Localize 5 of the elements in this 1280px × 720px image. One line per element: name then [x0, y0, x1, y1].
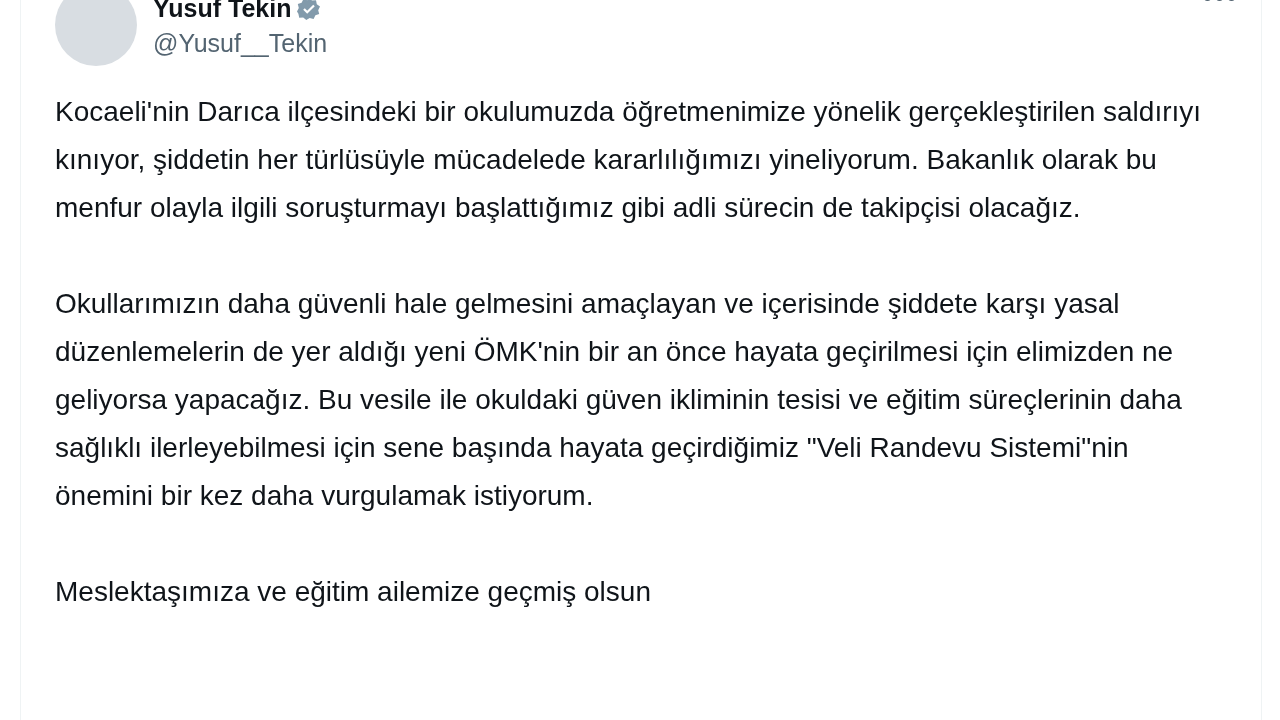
author-handle: @Yusuf__Tekin [153, 29, 329, 58]
tweet-paragraph: Kocaeli'nin Darıca ilçesindeki bir okulumuzda öğretmenimize yönelik gerçekleştirilen saldırıyı kınıyor, şiddetin her türlüsüyle mücadelede kararlılığımızı yineliyorum. Bakanlık olarak bu menfur olayla ilgili soruşturmayı başlattığımız gibi adli sürecin de takipçisi olacağız. [55, 95, 1203, 225]
tweet-paragraph: Meslektaşımıza ve eğitim ailemize geçmiş olsun [55, 575, 652, 609]
avatar[interactable] [55, 0, 137, 66]
tweet-paragraph: Okullarımızın daha güvenli hale gelmesini amaçlayan ve içerisinde şiddete karşı yasal düzenlemelerin de yer aldığı yeni ÖMK'nin bir an önce hayata geçirilmesi için elimizden ne geliyorsa yapacağız. Bu vesile ile okuldaki güven ikliminin tesisi ve eğitim süreçlerinin daha sağlıklı ilerleyebilmesi için sene başında hayata geçirdiğimiz "Veli Randevu Sistemi"nin önemini bir kez daha vurgulamak istiyorum. [55, 287, 1183, 513]
